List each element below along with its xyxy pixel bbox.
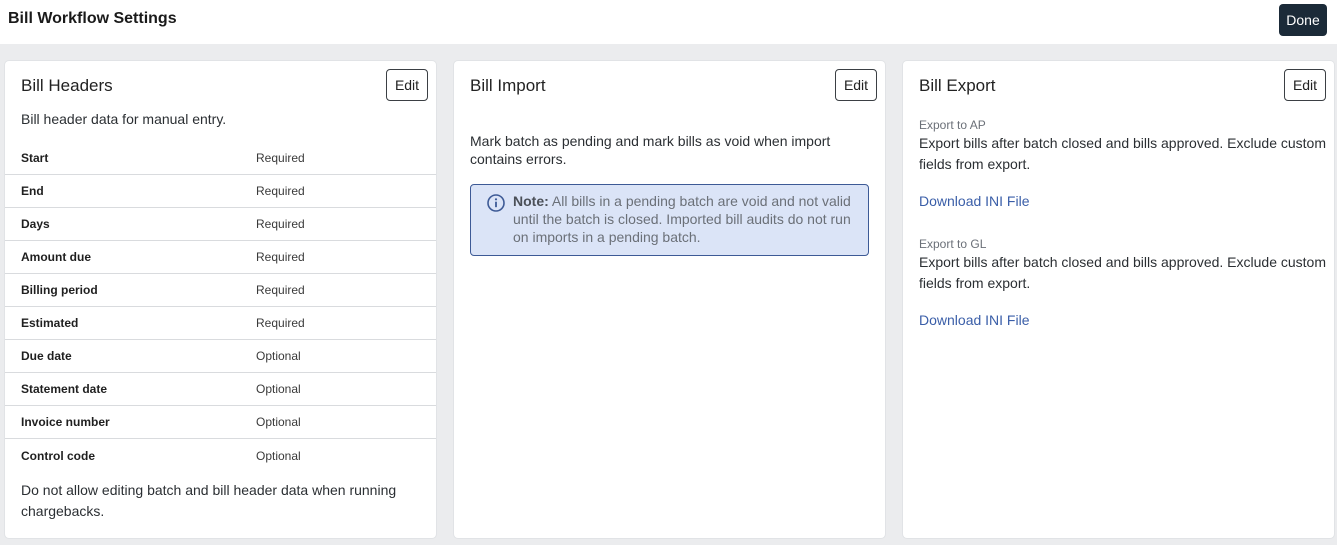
table-row: Due date Optional <box>5 340 436 373</box>
done-button[interactable]: Done <box>1279 4 1327 36</box>
bill-import-card: Bill Import Edit Mark batch as pending a… <box>454 61 885 538</box>
pending-batch-note: Note: All bills in a pending batch are v… <box>470 184 869 256</box>
header-field-status: Required <box>256 184 305 198</box>
header-field-name: Due date <box>21 349 72 363</box>
header-field-status: Optional <box>256 382 301 396</box>
table-row: Estimated Required <box>5 307 436 340</box>
header-field-name: Start <box>21 151 49 165</box>
table-row: Amount due Required <box>5 241 436 274</box>
bill-export-card: Bill Export Edit Export to AP Export bil… <box>903 61 1334 538</box>
header-field-status: Required <box>256 316 305 330</box>
table-row: Invoice number Optional <box>5 406 436 439</box>
export-ap-download-link[interactable]: Download INI File <box>919 193 1030 209</box>
export-gl-description: Export bills after batch closed and bill… <box>919 254 1326 291</box>
bill-headers-table: Start Required End Required Days Required Amou… <box>5 142 436 472</box>
bill-export-edit-button[interactable]: Edit <box>1284 69 1326 101</box>
export-ap-description: Export bills after batch closed and bill… <box>919 135 1326 172</box>
header-field-name: Invoice number <box>21 415 110 429</box>
bill-import-title: Bill Import <box>470 76 546 95</box>
header-field-status: Required <box>256 283 305 297</box>
bill-headers-edit-button[interactable]: Edit <box>386 69 428 101</box>
header-field-name: Estimated <box>21 316 79 330</box>
table-row: Control code Optional <box>5 439 436 472</box>
export-gl-label: Export to GL <box>919 237 987 251</box>
table-row: Billing period Required <box>5 274 436 307</box>
export-ap-label: Export to AP <box>919 118 986 132</box>
table-row: End Required <box>5 175 436 208</box>
note-label: Note: <box>513 193 549 209</box>
export-gl-download-link[interactable]: Download INI File <box>919 312 1030 328</box>
header-field-name: Amount due <box>21 250 91 264</box>
bill-import-edit-button[interactable]: Edit <box>835 69 877 101</box>
header-field-status: Optional <box>256 415 301 429</box>
bill-import-description: Mark batch as pending and mark bills as … <box>470 133 831 167</box>
header-field-status: Required <box>256 250 305 264</box>
table-row: Start Required <box>5 142 436 175</box>
header-field-status: Optional <box>256 349 301 363</box>
bill-headers-description: Bill header data for manual entry. <box>21 111 227 127</box>
header-field-name: Statement date <box>21 382 108 396</box>
header-field-name: Days <box>21 217 50 231</box>
page-title: Bill Workflow Settings <box>8 10 177 27</box>
header-field-name: Billing period <box>21 283 98 297</box>
header-field-status: Optional <box>256 448 301 463</box>
bill-headers-card: Bill Headers Edit Bill header data for m… <box>5 61 436 538</box>
info-icon <box>487 194 505 212</box>
header-field-status: Required <box>256 217 305 231</box>
top-bar: Bill Workflow Settings Done <box>0 0 1337 44</box>
header-field-name: End <box>21 184 44 198</box>
bill-headers-footer-note: Do not allow editing batch and bill head… <box>21 482 397 519</box>
bill-headers-title: Bill Headers <box>21 76 113 95</box>
header-field-status: Required <box>256 151 305 165</box>
header-field-name: Control code <box>21 448 95 463</box>
table-row: Statement date Optional <box>5 373 436 406</box>
note-body: All bills in a pending batch are void an… <box>513 193 851 245</box>
note-text: Note: All bills in a pending batch are v… <box>513 192 858 246</box>
table-row: Days Required <box>5 208 436 241</box>
bill-export-title: Bill Export <box>919 76 996 95</box>
